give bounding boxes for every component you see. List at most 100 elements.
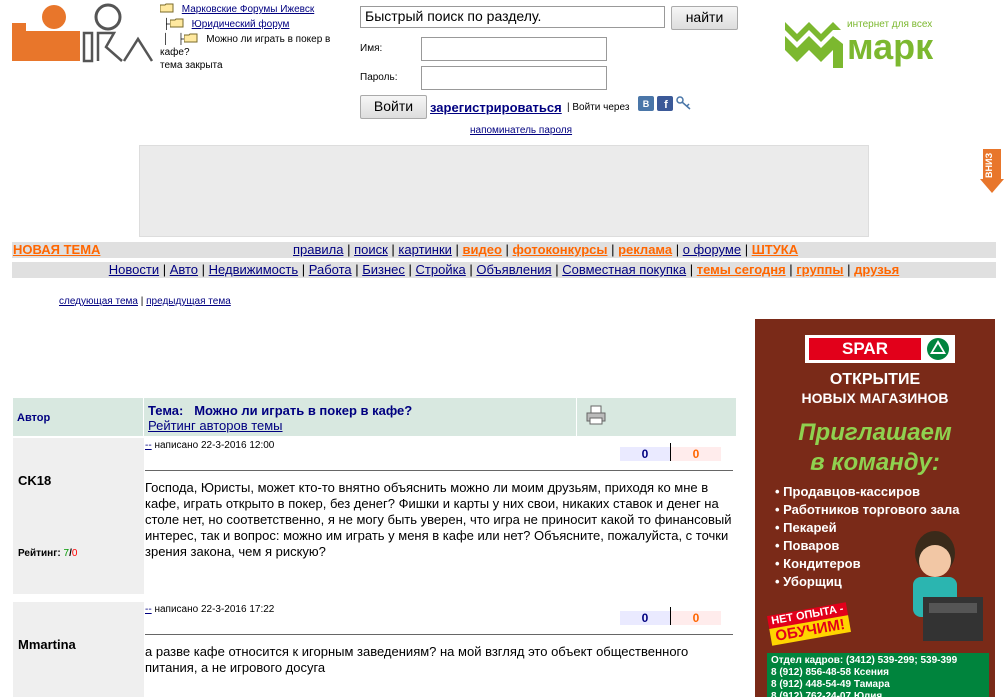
rating-plus: 7 [63, 548, 70, 559]
login-button[interactable]: Войти [360, 95, 427, 119]
topic-title-text: Можно ли играть в покер в кафе? [194, 403, 413, 418]
forum-nav-link-2[interactable]: картинки [398, 242, 452, 257]
post-author[interactable]: Mmartina [18, 637, 76, 652]
post-anchor-link[interactable]: -- [145, 604, 152, 615]
password-reminder-link[interactable]: напоминатель пароля [470, 125, 572, 136]
spar-heading2: НОВЫХ МАГАЗИНОВ [801, 390, 949, 406]
separator: | [785, 262, 797, 277]
register-link[interactable]: зарегистрироваться [430, 100, 562, 115]
forum-nav-link-4[interactable]: фотоконкурсы [513, 242, 608, 257]
spar-invite1: Приглашаем [798, 419, 952, 446]
bullet-icon: • [775, 538, 784, 553]
forum-nav-link-7[interactable]: ШТУКА [752, 242, 798, 257]
spar-contact-phone: 8 (912) 856-48-58 Ксения [771, 667, 889, 678]
login-via: | Войти через [567, 102, 629, 113]
portal-nav-links: Новости | Авто | Недвижимость | Работа |… [12, 262, 996, 278]
top-banner-ad[interactable] [139, 145, 869, 237]
post-meta: -- написано 22-3-2016 17:22 [145, 604, 274, 615]
bullet-icon: • [775, 556, 784, 571]
author-rating-link[interactable]: Рейтинг авторов темы [148, 418, 283, 433]
post-author[interactable]: CK18 [18, 473, 51, 488]
separator: | [343, 242, 355, 257]
breadcrumb: Марковские Форумы Ижевск ├ Юридический ф… [160, 3, 350, 72]
spar-job-label: Уборщиц [783, 574, 842, 589]
key-icon[interactable] [676, 96, 692, 111]
site-logo[interactable] [12, 3, 156, 63]
post-meta: -- написано 22-3-2016 12:00 [145, 440, 274, 451]
scroll-down-button[interactable]: ВНИЗ [980, 149, 1004, 193]
post-body: -- написано 22-3-2016 17:22 0 0 а разве … [144, 602, 736, 697]
vote-minus[interactable]: 0 [671, 611, 721, 625]
spar-brand: SPAR [809, 338, 921, 360]
folder-open-icon [184, 33, 198, 43]
portal-nav-link-4[interactable]: Бизнес [362, 262, 405, 277]
portal-nav-link-1[interactable]: Авто [170, 262, 198, 277]
separator: | [159, 262, 170, 277]
separator: | [387, 242, 399, 257]
facebook-icon[interactable]: f [657, 96, 673, 111]
spar-job-item: • Работников торгового зала [775, 501, 995, 519]
prev-topic-link[interactable]: предыдущая тема [146, 296, 231, 307]
portal-nav-link-9[interactable]: группы [796, 262, 843, 277]
spar-job-label: Кондитеров [783, 556, 861, 571]
forum-nav-link-6[interactable]: о форуме [683, 242, 741, 257]
spar-job-item: • Продавцов-кассиров [775, 483, 995, 501]
print-icon[interactable] [586, 405, 606, 425]
portal-nav-link-8[interactable]: темы сегодня [697, 262, 786, 277]
name-input[interactable] [421, 37, 607, 61]
portal-nav-link-5[interactable]: Стройка [416, 262, 466, 277]
portal-nav-link-7[interactable]: Совместная покупка [562, 262, 686, 277]
vote-minus[interactable]: 0 [671, 447, 721, 461]
forum-nav-link-1[interactable]: поиск [354, 242, 388, 257]
separator: | [501, 242, 513, 257]
mark-logo-icon [785, 22, 843, 68]
next-topic-link[interactable]: следующая тема [59, 296, 138, 307]
spar-job-label: Пекарей [783, 520, 837, 535]
search-input[interactable]: Быстрый поиск по разделу. [360, 6, 665, 28]
post-anchor-link[interactable]: -- [145, 440, 152, 451]
rating-minus: 0 [71, 548, 78, 559]
post-text: а разве кафе относится к игорным заведен… [145, 644, 689, 675]
separator: | [298, 262, 309, 277]
separator: | [551, 262, 563, 277]
separator: | [567, 102, 570, 113]
new-topic-link[interactable]: НОВАЯ ТЕМА [13, 242, 100, 258]
portal-nav-link-0[interactable]: Новости [109, 262, 159, 277]
folder-open-icon [169, 18, 184, 28]
svg-text:f: f [664, 99, 668, 111]
forum-nav-link-5[interactable]: реклама [618, 242, 672, 257]
separator: | [672, 242, 683, 257]
scroll-down-label: ВНИЗ [984, 152, 994, 178]
mark-logo[interactable]: интернет для всех марк [783, 16, 953, 72]
search-button[interactable]: найти [671, 6, 738, 30]
breadcrumb-link-legal[interactable]: Юридический форум [192, 19, 290, 30]
portal-nav-link-10[interactable]: друзья [854, 262, 899, 277]
tree-icon [927, 338, 949, 360]
separator: | [607, 242, 619, 257]
portal-nav-link-3[interactable]: Работа [309, 262, 352, 277]
separator: | [465, 262, 477, 277]
post-text: Господа, Юристы, может кто-то внятно объ… [145, 480, 732, 559]
password-input[interactable] [421, 66, 607, 90]
spar-job-label: Продавцов-кассиров [783, 484, 921, 499]
spar-contact-phone: 8 (912) 762-24-07 Юлия [771, 691, 883, 697]
tree-branch: │ ├ [160, 34, 185, 45]
topic-title: Тема: Можно ли играть в покер в кафе? [148, 403, 412, 418]
vote-plus[interactable]: 0 [620, 447, 670, 461]
breadcrumb-link-forums[interactable]: Марковские Форумы Ижевск [182, 4, 314, 15]
author-header-label: Автор [17, 412, 51, 424]
forum-nav-link-3[interactable]: видео [463, 242, 502, 257]
post-body: -- написано 22-3-2016 12:00 0 0 Господа,… [144, 438, 736, 594]
vote-plus[interactable]: 0 [620, 611, 670, 625]
vk-icon[interactable]: В [638, 96, 654, 111]
post-divider [145, 470, 733, 471]
forum-nav-link-0[interactable]: правила [293, 242, 343, 257]
portal-nav-link-6[interactable]: Объявления [476, 262, 551, 277]
login-via-label: Войти через [572, 102, 630, 113]
portal-nav-link-2[interactable]: Недвижимость [209, 262, 298, 277]
separator: | [404, 262, 416, 277]
topic-pager: следующая тема | предыдущая тема [59, 296, 231, 307]
rating-label: Рейтинг: [18, 548, 61, 559]
spar-ad-banner[interactable]: SPAR ОТКРЫТИЕ НОВЫХ МАГАЗИНОВ Приглашаем… [755, 319, 995, 697]
separator: | [351, 262, 363, 277]
